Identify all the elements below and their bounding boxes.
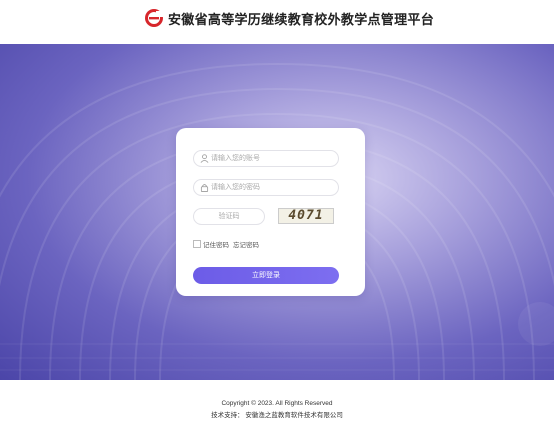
top-header: 安徽省高等学历继续教育校外教学点管理平台: [0, 0, 554, 44]
brand[interactable]: 安徽省高等学历继续教育校外教学点管理平台: [144, 8, 434, 28]
copyright-text: Copyright © 2023. All Rights Reserved: [221, 400, 333, 407]
forgot-password-link[interactable]: 忘记密码: [233, 239, 259, 249]
login-button[interactable]: 立即登录: [193, 267, 339, 284]
password-field[interactable]: [193, 179, 339, 196]
lock-icon: [200, 184, 209, 192]
site-title: 安徽省高等学历继续教育校外教学点管理平台: [168, 11, 435, 27]
remember-label[interactable]: 记住密码: [203, 239, 229, 249]
account-input[interactable]: [211, 151, 333, 166]
captcha-image[interactable]: 4071: [278, 208, 334, 224]
account-field[interactable]: [193, 150, 339, 167]
tech-support-text: 技术支持： 安徽渔之蓝教育软件技术有限公司: [211, 412, 343, 419]
login-card: 4071 记住密码 忘记密码 立即登录: [176, 128, 365, 296]
remember-checkbox[interactable]: [193, 240, 201, 248]
captcha-field[interactable]: [193, 208, 265, 225]
user-icon: [200, 154, 209, 163]
e-logo-icon: [145, 9, 164, 27]
footer: Copyright © 2023. All Rights Reserved 技术…: [0, 380, 554, 422]
password-input[interactable]: [211, 180, 333, 195]
remember-row: 记住密码 忘记密码: [193, 239, 259, 249]
captcha-input[interactable]: [194, 209, 264, 224]
